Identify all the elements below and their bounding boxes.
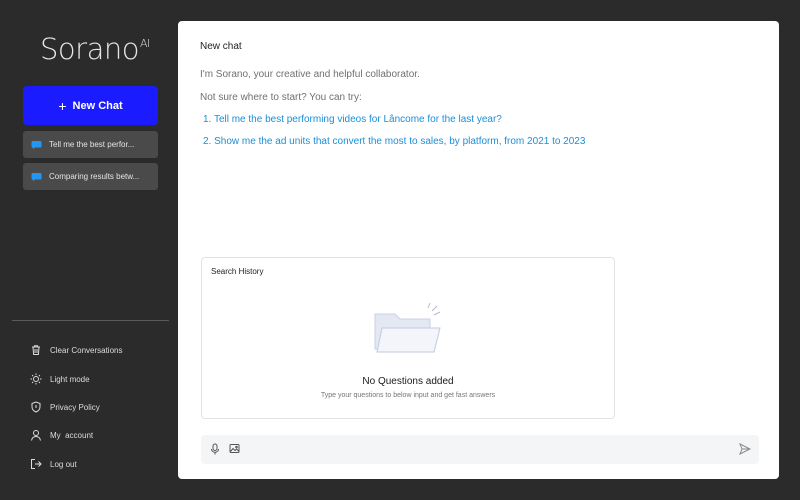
plus-icon: +	[58, 97, 67, 114]
intro-text: I'm Sorano, your creative and helpful co…	[200, 69, 420, 80]
image-icon[interactable]	[229, 443, 240, 454]
conversation-label: Tell me the best perfor...	[49, 140, 135, 149]
microphone-icon[interactable]	[210, 443, 220, 455]
send-icon[interactable]	[739, 443, 751, 455]
chat-bubble-icon	[31, 140, 42, 149]
menu-label: Privacy Policy	[50, 402, 100, 412]
clear-conversations-button[interactable]: Clear Conversations	[30, 342, 122, 358]
user-icon	[31, 430, 41, 441]
chat-bubble-icon	[31, 172, 42, 181]
sidebar-divider	[12, 320, 169, 321]
conversation-item[interactable]: Comparing results betw...	[23, 163, 158, 190]
chat-input[interactable]	[251, 440, 721, 459]
menu-label: Log out	[50, 459, 77, 469]
menu-label: Light mode	[50, 374, 90, 384]
light-mode-toggle[interactable]: Light mode	[30, 371, 90, 387]
menu-label: Clear Conversations	[50, 345, 123, 355]
new-chat-button[interactable]: + New Chat	[23, 86, 158, 125]
search-history-title: Search History	[211, 267, 264, 276]
chat-input-bar	[201, 435, 759, 464]
my-account-link[interactable]: My account	[30, 427, 93, 443]
suggestion-link[interactable]: 1. Tell me the best performing videos fo…	[203, 114, 502, 125]
sun-icon	[30, 373, 42, 385]
shield-icon	[31, 401, 41, 413]
privacy-policy-link[interactable]: Privacy Policy	[30, 399, 100, 415]
sidebar: SoranoAI + New Chat Tell me the best per…	[0, 0, 178, 500]
conversation-label: Comparing results betw...	[49, 172, 140, 181]
app-logo: SoranoAI	[40, 32, 150, 66]
chat-title: New chat	[200, 41, 242, 52]
search-history-panel: Search History No Questions added Type y…	[201, 257, 615, 419]
conversation-item[interactable]: Tell me the best perfor...	[23, 131, 158, 158]
logout-icon	[31, 459, 42, 469]
menu-label: My account	[50, 430, 94, 440]
chat-panel: New chat I'm Sorano, your creative and h…	[178, 21, 779, 479]
suggestion-link[interactable]: 2. Show me the ad units that convert the…	[203, 136, 585, 147]
empty-state-title: No Questions added	[362, 376, 454, 387]
empty-folder-icon	[374, 302, 441, 353]
trash-icon	[32, 345, 40, 355]
new-chat-label: New Chat	[72, 99, 123, 112]
log-out-button[interactable]: Log out	[30, 456, 77, 472]
empty-state-subtitle: Type your questions to below input and g…	[320, 392, 496, 399]
intro-prompt: Not sure where to start? You can try:	[200, 92, 362, 103]
